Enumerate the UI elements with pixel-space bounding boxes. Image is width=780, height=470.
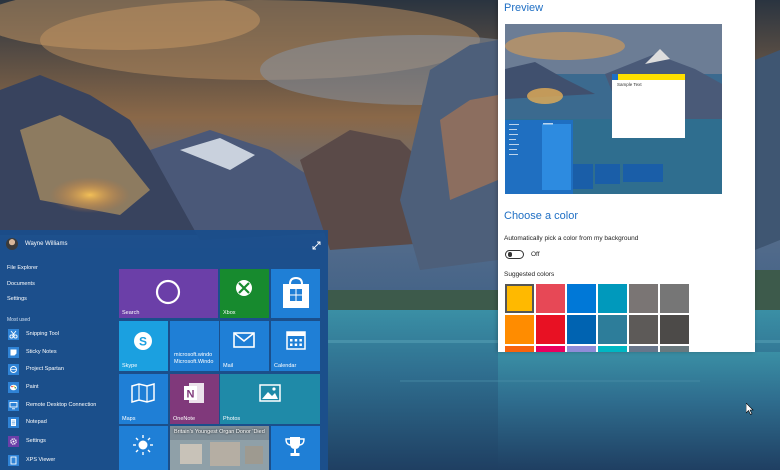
tile-label: Calendar [274, 363, 297, 369]
app-label: Paint [26, 384, 39, 390]
trophy-icon [285, 435, 305, 457]
cortana-ring-icon [153, 277, 183, 307]
color-swatch[interactable] [629, 346, 658, 352]
tile-calendar[interactable]: Calendar [271, 321, 320, 371]
preview-image: Sample Text [505, 24, 722, 194]
tile-xbox[interactable]: Xbox [220, 269, 269, 318]
photo-icon [258, 383, 282, 403]
personalization-settings-panel: Preview Sample Text Choose a color Autom… [498, 0, 755, 352]
auto-pick-label: Automatically pick a color from my backg… [504, 235, 639, 242]
auto-pick-color-toggle[interactable] [505, 250, 524, 259]
tile-label: Search [122, 310, 140, 316]
app-label: Settings [26, 438, 46, 444]
nav-item-documents[interactable]: Documents [7, 279, 35, 289]
most-used-label: Most used [7, 317, 31, 323]
app-label: Project Spartan [26, 366, 64, 372]
app-label: Snipping Tool [26, 331, 59, 337]
color-swatch[interactable] [567, 315, 596, 344]
color-swatch[interactable] [629, 284, 658, 313]
mouse-pointer-icon [746, 403, 754, 415]
toggle-state-label: Off [531, 251, 540, 258]
calendar-icon [285, 329, 307, 351]
store-bag-icon [277, 274, 315, 312]
tile-maps[interactable]: Maps [119, 374, 168, 424]
app-snipping-tool[interactable]: Snipping Tool [7, 327, 59, 341]
mail-icon [232, 331, 256, 349]
tile-weather[interactable] [119, 426, 168, 470]
color-swatch[interactable] [660, 315, 689, 344]
tile-label: Mail [223, 363, 234, 369]
color-swatch[interactable] [505, 284, 534, 313]
color-swatch[interactable] [536, 284, 565, 313]
tile-skype[interactable]: S Skype [119, 321, 168, 371]
color-swatch[interactable] [567, 284, 596, 313]
tile-label: Photos [223, 416, 241, 422]
tile-photos[interactable]: Photos [220, 374, 320, 424]
tile-text: microsoft.windo Microsoft.Windo [174, 352, 214, 365]
tile-search[interactable]: Search [119, 269, 218, 318]
toggle-knob [507, 252, 512, 257]
tile-msn[interactable]: microsoft.windo Microsoft.Windo [170, 321, 219, 371]
suggested-colors-label: Suggested colors [504, 271, 555, 278]
preview-sample-text: Sample Text [617, 82, 642, 87]
user-name: Wayne Williams [25, 241, 68, 247]
app-remote-desktop-connection[interactable]: Remote Desktop Connection [7, 398, 96, 412]
preview-heading: Preview [504, 2, 544, 14]
map-icon [130, 382, 156, 404]
app-label: Sticky Notes [26, 349, 57, 355]
tile-onenote[interactable]: N OneNote [170, 374, 219, 424]
tile-label: Maps [122, 416, 136, 422]
start-menu: Wayne Williams File Explorer Documents S… [0, 230, 328, 470]
color-swatch[interactable] [598, 284, 627, 313]
color-swatch[interactable] [536, 346, 565, 352]
start-menu-left-pane: Wayne Williams File Explorer Documents S… [0, 230, 116, 470]
nav-item-settings[interactable]: Settings [7, 294, 27, 304]
app-notepad[interactable]: Notepad [7, 415, 47, 429]
app-label: Remote Desktop Connection [26, 402, 97, 408]
color-swatch[interactable] [598, 315, 627, 344]
tile-mail[interactable]: Mail [220, 321, 269, 371]
tile-label: Xbox [223, 310, 236, 316]
color-swatch[interactable] [505, 346, 534, 352]
svg-text:N: N [187, 389, 195, 401]
color-swatch[interactable] [536, 315, 565, 344]
svg-text:S: S [139, 335, 147, 349]
color-swatch[interactable] [598, 346, 627, 352]
remote-desktop-icon [7, 399, 20, 412]
app-label: XPS Viewer [26, 457, 56, 463]
tile-label: OneNote [173, 416, 196, 422]
app-project-spartan[interactable]: Project Spartan [7, 362, 64, 376]
app-xps-viewer[interactable]: XPS Viewer [7, 453, 55, 467]
tile-news[interactable]: Britain's Youngest Organ Donor 'Died [170, 426, 269, 470]
news-headline: Britain's Youngest Organ Donor 'Died [174, 429, 265, 435]
sticky-note-icon [7, 346, 20, 359]
skype-icon: S [132, 330, 154, 352]
app-settings[interactable]: Settings [7, 434, 46, 448]
tile-sport[interactable] [271, 426, 320, 470]
paint-palette-icon [7, 381, 20, 394]
onenote-icon: N [182, 381, 206, 405]
color-swatch[interactable] [567, 346, 596, 352]
gear-icon [7, 435, 20, 448]
avatar [6, 238, 18, 250]
color-swatch[interactable] [660, 346, 689, 352]
app-paint[interactable]: Paint [7, 380, 39, 394]
xbox-icon [234, 278, 254, 298]
globe-icon [7, 363, 20, 376]
scissors-icon [7, 328, 20, 341]
notepad-icon [7, 416, 20, 429]
color-swatch[interactable] [505, 315, 534, 344]
nav-item-file-explorer[interactable]: File Explorer [7, 263, 38, 273]
user-account[interactable]: Wayne Williams [6, 237, 67, 251]
app-label: Notepad [26, 419, 47, 425]
document-icon [7, 454, 20, 467]
tile-store[interactable] [271, 269, 320, 318]
expand-icon[interactable] [312, 237, 321, 250]
color-swatch[interactable] [660, 284, 689, 313]
sun-icon [132, 434, 154, 456]
choose-color-heading: Choose a color [504, 210, 578, 222]
app-sticky-notes[interactable]: Sticky Notes [7, 345, 57, 359]
tile-label: Skype [122, 363, 138, 369]
color-swatch[interactable] [629, 315, 658, 344]
